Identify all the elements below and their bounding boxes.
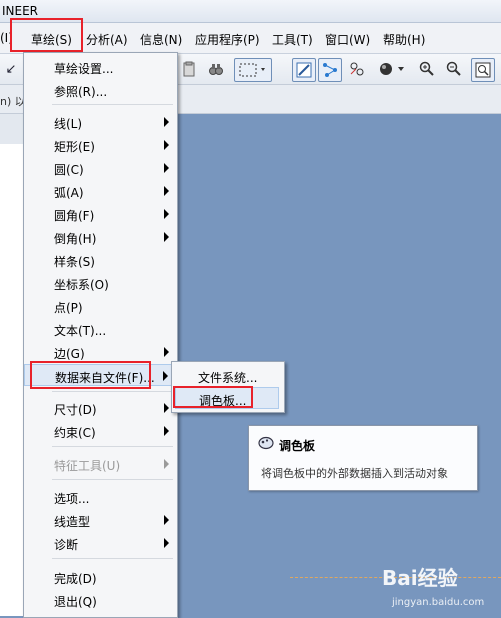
palette-tooltip: 调色板 将调色板中的外部数据插入到活动对象 [248, 425, 478, 491]
menu-item-edge[interactable]: 边(G) [24, 341, 177, 363]
highlight-sketch-menu [10, 18, 83, 52]
shading-icon[interactable] [376, 58, 408, 80]
model-tree-panel [0, 144, 25, 616]
submenu-arrow-icon [164, 347, 169, 357]
submenu-arrow-icon [164, 140, 169, 150]
menu-item-sketch-setup[interactable]: 草绘设置... [24, 56, 177, 78]
menu-item-diagnostics[interactable]: 诊断 [24, 532, 177, 554]
submenu-arrow-icon [164, 403, 169, 413]
watermark-url: jingyan.baidu.com [392, 597, 485, 608]
submenu-arrow-icon [164, 186, 169, 196]
menu-item-done[interactable]: 完成(D) [24, 566, 177, 588]
selection-box-icon[interactable] [234, 58, 272, 82]
menu-item-spline[interactable]: 样条(S) [24, 249, 177, 271]
menu-analysis[interactable]: 分析(A) [86, 31, 128, 48]
menu-separator [52, 104, 173, 105]
menu-separator [52, 479, 173, 480]
tooltip-title: 调色板 [279, 439, 316, 453]
menu-item-line[interactable]: 线(L) [24, 111, 177, 133]
submenu-arrow-icon [164, 209, 169, 219]
highlight-palette [173, 386, 253, 408]
constraint-icon[interactable] [346, 58, 368, 80]
menu-item-feature-tools: 特征工具(U) [24, 453, 177, 475]
line-tool-icon[interactable]: ↙ [0, 58, 22, 80]
menu-item-circle[interactable]: 圆(C) [24, 157, 177, 179]
menu-item-line-style[interactable]: 线造型 [24, 509, 177, 531]
menu-item-point[interactable]: 点(P) [24, 295, 177, 317]
watermark-logo: Bai经验 [382, 566, 458, 590]
refit-icon[interactable] [471, 58, 495, 82]
menu-window[interactable]: 窗口(W) [325, 31, 370, 48]
find-icon[interactable] [205, 58, 227, 80]
sketch-plane-icon[interactable] [292, 58, 316, 82]
left-panel-tab[interactable] [0, 114, 25, 145]
menu-help[interactable]: 帮助(H) [383, 31, 425, 48]
highlight-data-from-file [30, 361, 151, 389]
menu-separator [52, 446, 173, 447]
submenu-arrow-icon [163, 371, 168, 381]
menu-applications[interactable]: 应用程序(P) [195, 31, 260, 48]
menu-info[interactable]: 信息(N) [140, 31, 182, 48]
menu-item-fillet[interactable]: 圆角(F) [24, 203, 177, 225]
menu-item-arc[interactable]: 弧(A) [24, 180, 177, 202]
submenu-arrow-icon [164, 459, 169, 469]
menu-item-dimension[interactable]: 尺寸(D) [24, 397, 177, 419]
submenu-arrow-icon [164, 232, 169, 242]
menu-separator [52, 391, 173, 392]
sketch-dropdown-menu: 草绘设置... 参照(R)... 线(L) 矩形(E) 圆(C) 弧(A) 圆角… [23, 52, 178, 618]
spline-icon[interactable] [318, 58, 342, 82]
tooltip-description: 将调色板中的外部数据插入到活动对象 [261, 467, 448, 480]
menu-item-text[interactable]: 文本(T)... [24, 318, 177, 340]
zoom-in-icon[interactable] [416, 58, 438, 80]
submenu-arrow-icon [164, 515, 169, 525]
palette-icon [258, 436, 274, 450]
submenu-item-file-system[interactable]: 文件系统... [172, 365, 284, 387]
paste-icon[interactable] [178, 58, 200, 80]
submenu-arrow-icon [164, 426, 169, 436]
menu-item-chamfer[interactable]: 倒角(H) [24, 226, 177, 248]
window-title: INEER [2, 4, 39, 18]
menu-item-quit[interactable]: 退出(Q) [24, 589, 177, 611]
menu-separator [52, 558, 173, 559]
menu-item-coordinate-system[interactable]: 坐标系(O) [24, 272, 177, 294]
menu-item-rectangle[interactable]: 矩形(E) [24, 134, 177, 156]
menu-tools[interactable]: 工具(T) [272, 31, 313, 48]
menu-item-constrain[interactable]: 约束(C) [24, 420, 177, 442]
submenu-arrow-icon [164, 538, 169, 548]
menu-item-options[interactable]: 选项... [24, 486, 177, 508]
submenu-arrow-icon [164, 163, 169, 173]
zoom-out-icon[interactable] [443, 58, 465, 80]
submenu-arrow-icon [164, 117, 169, 127]
menu-item-references[interactable]: 参照(R)... [24, 79, 177, 101]
